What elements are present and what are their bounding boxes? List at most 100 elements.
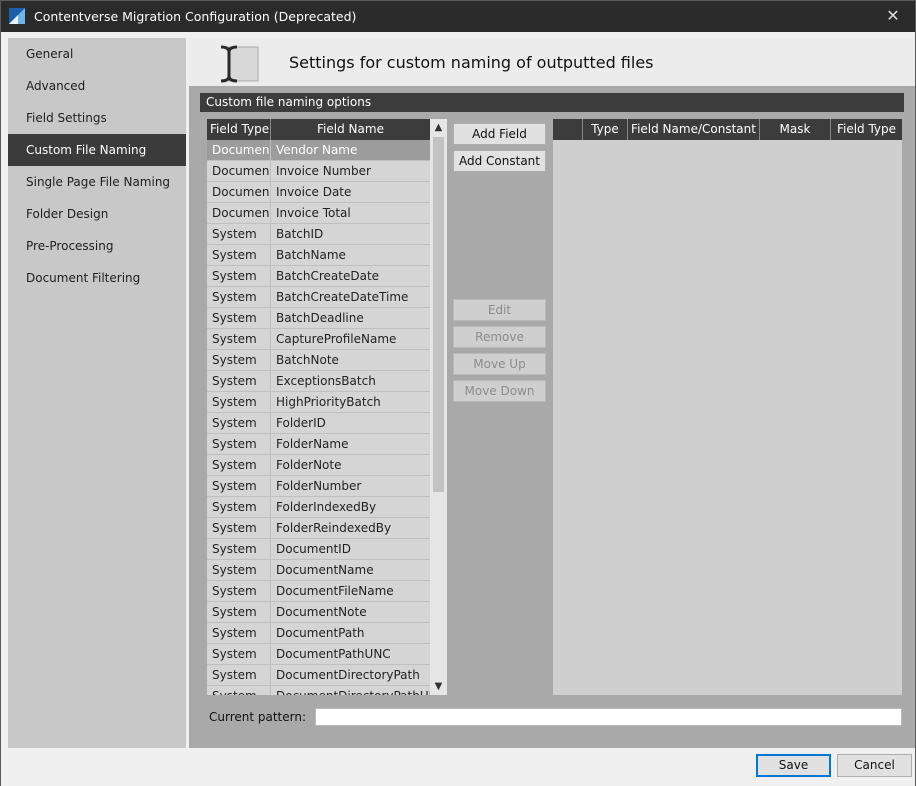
table-row[interactable]: Documen Invoice Number bbox=[207, 161, 430, 182]
page-title: Settings for custom naming of outputted … bbox=[289, 53, 654, 72]
cell-field-type: System bbox=[207, 308, 271, 328]
current-pattern-label: Current pattern: bbox=[209, 710, 307, 724]
table-header: Field Type Field Name bbox=[207, 119, 430, 140]
current-pattern-field[interactable] bbox=[315, 708, 902, 726]
cell-field-type: System bbox=[207, 392, 271, 412]
cell-field-name: BatchID bbox=[276, 227, 324, 241]
sidebar-item-single-page-file-naming[interactable]: Single Page File Naming bbox=[8, 166, 186, 198]
table-row[interactable]: System BatchCreateDate bbox=[207, 266, 430, 287]
column-header-field-type[interactable]: Field Type bbox=[831, 119, 902, 140]
sidebar-item-field-settings[interactable]: Field Settings bbox=[8, 102, 186, 134]
cell-field-name: ExceptionsBatch bbox=[276, 374, 376, 388]
table-row[interactable]: System DocumentID bbox=[207, 539, 430, 560]
table-row[interactable]: System DocumentName bbox=[207, 560, 430, 581]
cell-field-name: BatchName bbox=[276, 248, 346, 262]
sidebar-item-folder-design[interactable]: Folder Design bbox=[8, 198, 186, 230]
sidebar-item-custom-file-naming[interactable]: Custom File Naming bbox=[8, 134, 186, 166]
sidebar-item-label: Custom File Naming bbox=[26, 143, 147, 157]
column-header-type[interactable]: Type bbox=[583, 119, 628, 140]
move-up-button[interactable]: Move Up bbox=[453, 353, 546, 375]
table-row[interactable]: System DocumentPathUNC bbox=[207, 644, 430, 665]
table-row[interactable]: System CaptureProfileName bbox=[207, 329, 430, 350]
edit-button[interactable]: Edit bbox=[453, 299, 546, 321]
cell-field-name: FolderNumber bbox=[276, 479, 362, 493]
cell-field-name: DocumentPathUNC bbox=[276, 647, 391, 661]
scroll-up-icon[interactable]: ▲ bbox=[430, 119, 447, 136]
cell-field-type: System bbox=[207, 560, 271, 580]
column-header-field-name[interactable]: Field Name bbox=[271, 119, 430, 140]
add-constant-button[interactable]: Add Constant bbox=[453, 150, 546, 172]
sidebar-item-general[interactable]: General bbox=[8, 38, 186, 70]
cell-field-type: System bbox=[207, 266, 271, 286]
cell-field-type: System bbox=[207, 224, 271, 244]
table-row[interactable]: System DocumentPath bbox=[207, 623, 430, 644]
column-header-field-name-constant[interactable]: Field Name/Constant bbox=[628, 119, 760, 140]
add-field-button[interactable]: Add Field bbox=[453, 123, 546, 145]
table-row[interactable]: Documen Invoice Total bbox=[207, 203, 430, 224]
cell-field-type: System bbox=[207, 644, 271, 664]
scroll-down-icon[interactable]: ▼ bbox=[430, 678, 447, 695]
save-button[interactable]: Save bbox=[756, 754, 831, 777]
cell-field-name: DocumentID bbox=[276, 542, 351, 556]
cell-field-type: System bbox=[207, 434, 271, 454]
cell-field-name: Invoice Number bbox=[276, 164, 371, 178]
text-cursor-icon bbox=[220, 45, 259, 83]
sidebar: General Advanced Field Settings Custom F… bbox=[8, 38, 186, 748]
table-row[interactable]: System HighPriorityBatch bbox=[207, 392, 430, 413]
table-row[interactable]: System FolderID bbox=[207, 413, 430, 434]
table-row[interactable]: System BatchCreateDateTime bbox=[207, 287, 430, 308]
sidebar-item-label: Field Settings bbox=[26, 111, 107, 125]
table-row[interactable]: System DocumentDirectoryPathUN bbox=[207, 686, 430, 695]
fields-scrollbar[interactable]: ▲ ▼ bbox=[430, 119, 447, 695]
table-row[interactable]: Documen Vendor Name bbox=[207, 140, 430, 161]
cell-field-type: Documen bbox=[207, 140, 271, 160]
main-panel: Settings for custom naming of outputted … bbox=[189, 38, 915, 748]
table-row[interactable]: Documen Invoice Date bbox=[207, 182, 430, 203]
sidebar-item-document-filtering[interactable]: Document Filtering bbox=[8, 262, 186, 294]
table-row[interactable]: System FolderNote bbox=[207, 455, 430, 476]
table-row[interactable]: System ExceptionsBatch bbox=[207, 371, 430, 392]
cell-field-name: Vendor Name bbox=[276, 143, 358, 157]
cell-field-name: BatchDeadline bbox=[276, 311, 364, 325]
cell-field-name: BatchCreateDate bbox=[276, 269, 380, 283]
cell-field-name: DocumentName bbox=[276, 563, 374, 577]
cell-field-type: Documen bbox=[207, 182, 271, 202]
cell-field-type: System bbox=[207, 476, 271, 496]
table-row[interactable]: System BatchID bbox=[207, 224, 430, 245]
column-header-blank bbox=[553, 119, 583, 140]
table-row[interactable]: System FolderNumber bbox=[207, 476, 430, 497]
cell-field-type: System bbox=[207, 371, 271, 391]
dialog-footer: Save Cancel bbox=[1, 748, 915, 786]
table-row[interactable]: System BatchName bbox=[207, 245, 430, 266]
sidebar-item-pre-processing[interactable]: Pre-Processing bbox=[8, 230, 186, 262]
cell-field-type: System bbox=[207, 686, 271, 695]
table-row[interactable]: System BatchDeadline bbox=[207, 308, 430, 329]
pattern-table[interactable]: Type Field Name/Constant Mask Field Type bbox=[553, 119, 902, 695]
cell-field-type: System bbox=[207, 287, 271, 307]
close-icon[interactable]: ✕ bbox=[879, 4, 907, 28]
sidebar-item-advanced[interactable]: Advanced bbox=[8, 70, 186, 102]
cell-field-type: System bbox=[207, 329, 271, 349]
column-header-field-type[interactable]: Field Type bbox=[207, 119, 271, 140]
cell-field-name: HighPriorityBatch bbox=[276, 395, 381, 409]
remove-button[interactable]: Remove bbox=[453, 326, 546, 348]
scroll-thumb[interactable] bbox=[433, 137, 444, 492]
cell-field-name: FolderName bbox=[276, 437, 349, 451]
table-row[interactable]: System DocumentNote bbox=[207, 602, 430, 623]
cell-field-type: System bbox=[207, 413, 271, 433]
table-row[interactable]: System FolderIndexedBy bbox=[207, 497, 430, 518]
move-down-button[interactable]: Move Down bbox=[453, 380, 546, 402]
sidebar-item-label: Single Page File Naming bbox=[26, 175, 171, 189]
cell-field-type: System bbox=[207, 623, 271, 643]
table-row[interactable]: System BatchNote bbox=[207, 350, 430, 371]
cell-field-name: DocumentDirectoryPathUN bbox=[276, 686, 430, 695]
cell-field-name: CaptureProfileName bbox=[276, 332, 397, 346]
table-row[interactable]: System DocumentFileName bbox=[207, 581, 430, 602]
table-row[interactable]: System DocumentDirectoryPath bbox=[207, 665, 430, 686]
cell-field-name: BatchCreateDateTime bbox=[276, 290, 409, 304]
table-row[interactable]: System FolderReindexedBy bbox=[207, 518, 430, 539]
available-fields-table[interactable]: Field Type Field Name Documen Vendor Name… bbox=[207, 119, 430, 695]
cancel-button[interactable]: Cancel bbox=[837, 754, 912, 777]
table-row[interactable]: System FolderName bbox=[207, 434, 430, 455]
column-header-mask[interactable]: Mask bbox=[760, 119, 831, 140]
